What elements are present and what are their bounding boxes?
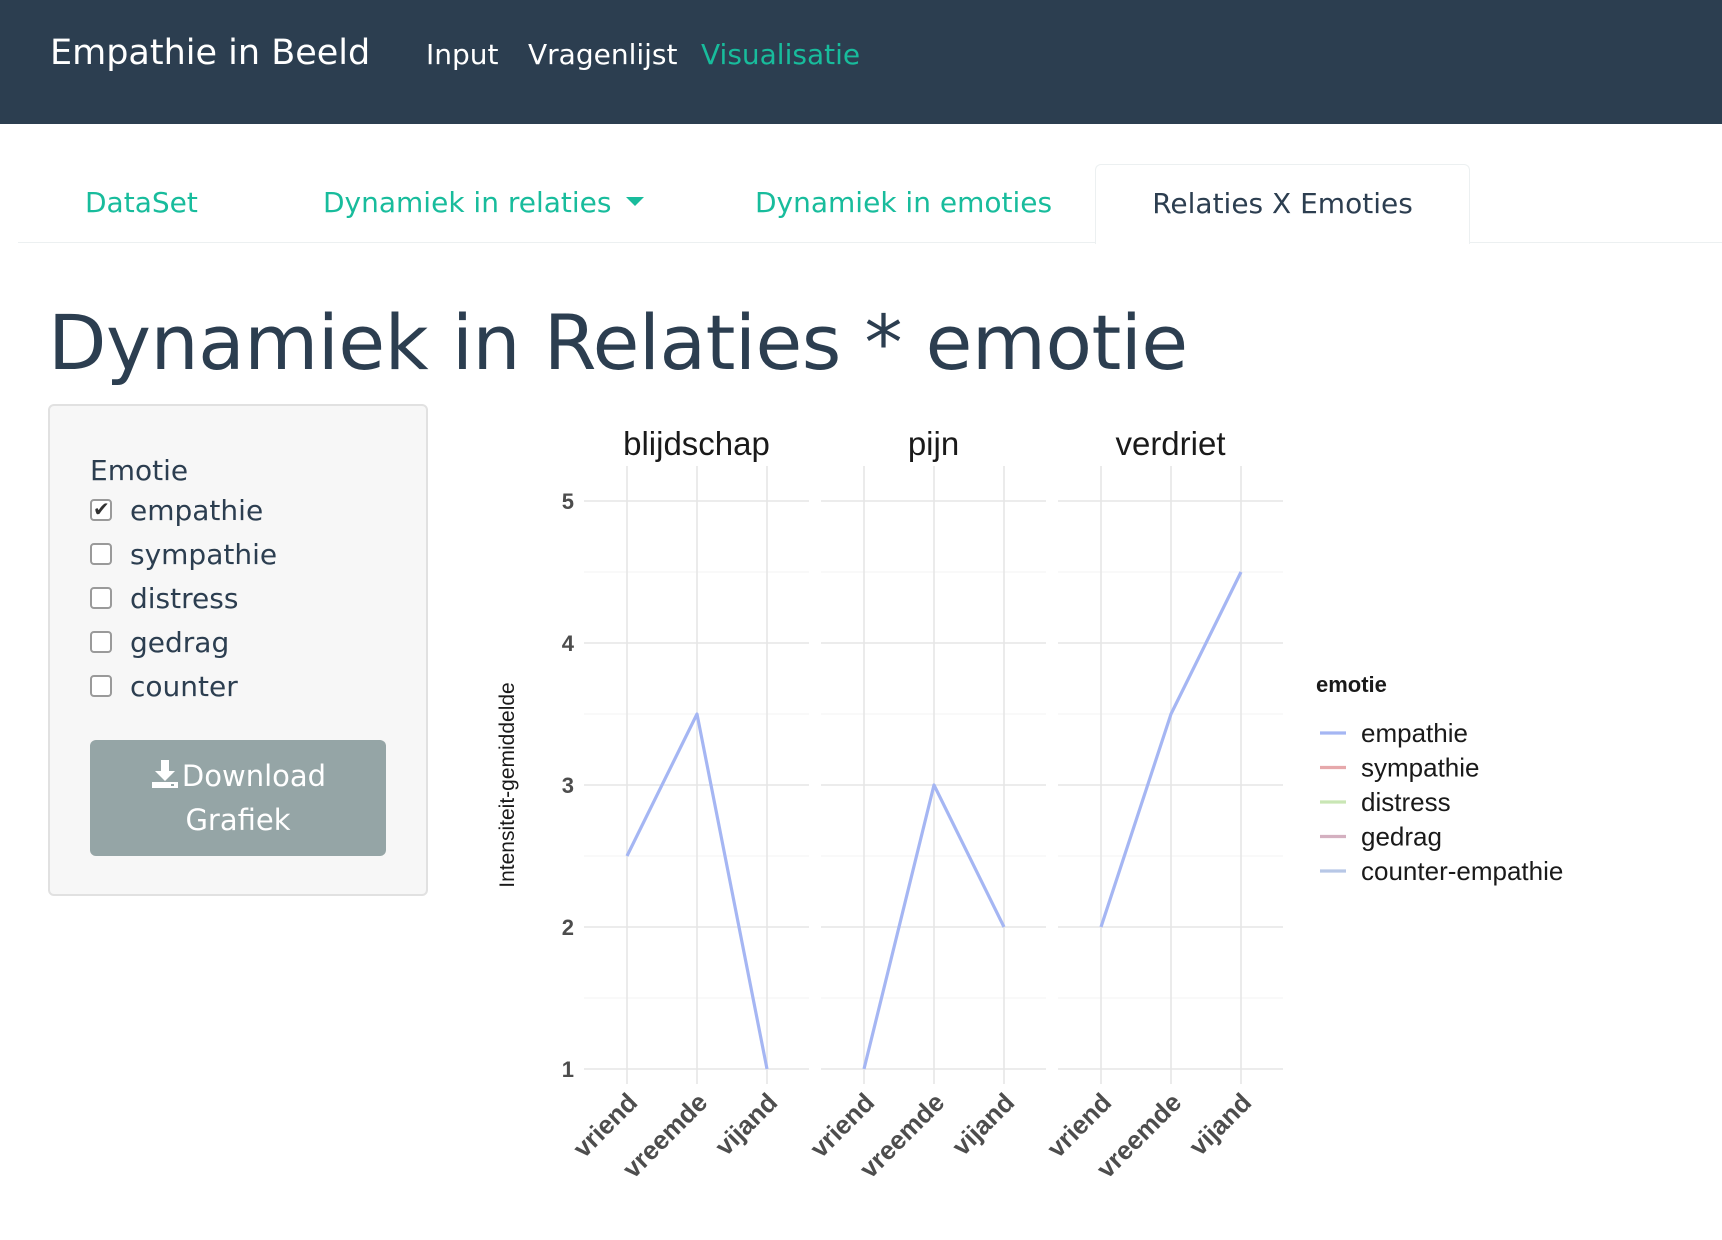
legend-label: sympathie xyxy=(1361,753,1480,783)
y-tick-label: 4 xyxy=(562,631,575,656)
tab-label: DataSet xyxy=(85,186,198,219)
x-tick-label: vijand xyxy=(709,1087,783,1161)
navbar: Empathie in Beeld Input Vragenlijst Visu… xyxy=(0,0,1722,124)
legend-label: distress xyxy=(1361,787,1451,817)
checkbox-counter[interactable] xyxy=(90,675,112,697)
x-tick-label: vijand xyxy=(946,1087,1020,1161)
sidebar-panel: Emotie empathie sympathie distress gedra… xyxy=(48,404,428,896)
checkbox-empathie[interactable] xyxy=(90,497,112,521)
y-axis-label: Intensiteit-gemiddelde xyxy=(496,682,519,887)
legend-label: gedrag xyxy=(1361,822,1442,852)
download-label-line1: Download xyxy=(181,759,327,793)
tab-label: Dynamiek in emoties xyxy=(755,186,1053,219)
checkbox-row-counter[interactable]: counter xyxy=(90,666,238,706)
facet-title: pijn xyxy=(908,425,959,462)
tab-dynamiek-in-emoties[interactable]: Dynamiek in emoties xyxy=(755,186,1052,219)
checkbox-sympathie[interactable] xyxy=(90,543,112,565)
checkbox-gedrag[interactable] xyxy=(90,631,112,653)
checkbox-row-empathie[interactable]: empathie xyxy=(90,490,263,530)
y-tick-label: 5 xyxy=(562,489,574,514)
emotie-group-label: Emotie xyxy=(90,454,189,487)
checkbox-label: empathie xyxy=(130,493,264,527)
checkbox-row-distress[interactable]: distress xyxy=(90,578,238,618)
download-grafiek-button[interactable]: Download Grafiek xyxy=(90,740,386,856)
facet-title: blijdschap xyxy=(623,425,770,462)
nav-link-input[interactable]: Input xyxy=(426,38,499,71)
legend-title: emotie xyxy=(1316,672,1387,697)
tab-label: Dynamiek in relaties xyxy=(323,186,612,219)
checkbox-row-gedrag[interactable]: gedrag xyxy=(90,622,229,662)
checkbox-label: counter xyxy=(130,669,238,703)
checkbox-label: sympathie xyxy=(130,537,278,571)
y-tick-label: 2 xyxy=(562,915,574,940)
tab-dynamiek-in-relaties[interactable]: Dynamiek in relaties xyxy=(323,186,644,219)
y-tick-label: 1 xyxy=(562,1057,574,1082)
facet-title: verdriet xyxy=(1115,425,1225,462)
download-label-line2: Grafiek xyxy=(185,803,291,837)
brand-title[interactable]: Empathie in Beeld xyxy=(50,33,370,73)
page-title: Dynamiek in Relaties * emotie xyxy=(48,298,1188,387)
caret-down-icon xyxy=(625,196,644,206)
tab-label: Relaties X Emoties xyxy=(1152,187,1413,220)
y-tick-label: 3 xyxy=(562,773,574,798)
tab-dataset[interactable]: DataSet xyxy=(85,186,198,219)
nav-link-vragenlijst[interactable]: Vragenlijst xyxy=(528,38,677,71)
checkbox-label: distress xyxy=(130,581,239,615)
checkbox-label: gedrag xyxy=(130,625,230,659)
legend-label: empathie xyxy=(1361,718,1468,748)
relaties-emoties-chart: blijdschapvriendvreemdevijandpijnvriendv… xyxy=(496,425,1563,1184)
legend-label: counter-empathie xyxy=(1361,856,1563,886)
nav-link-visualisatie[interactable]: Visualisatie xyxy=(701,38,860,71)
checkbox-row-sympathie[interactable]: sympathie xyxy=(90,534,277,574)
download-icon xyxy=(151,760,178,788)
checkbox-distress[interactable] xyxy=(90,587,112,609)
tab-relaties-x-emoties[interactable]: Relaties X Emoties xyxy=(1095,164,1470,244)
x-tick-label: vijand xyxy=(1183,1087,1257,1161)
